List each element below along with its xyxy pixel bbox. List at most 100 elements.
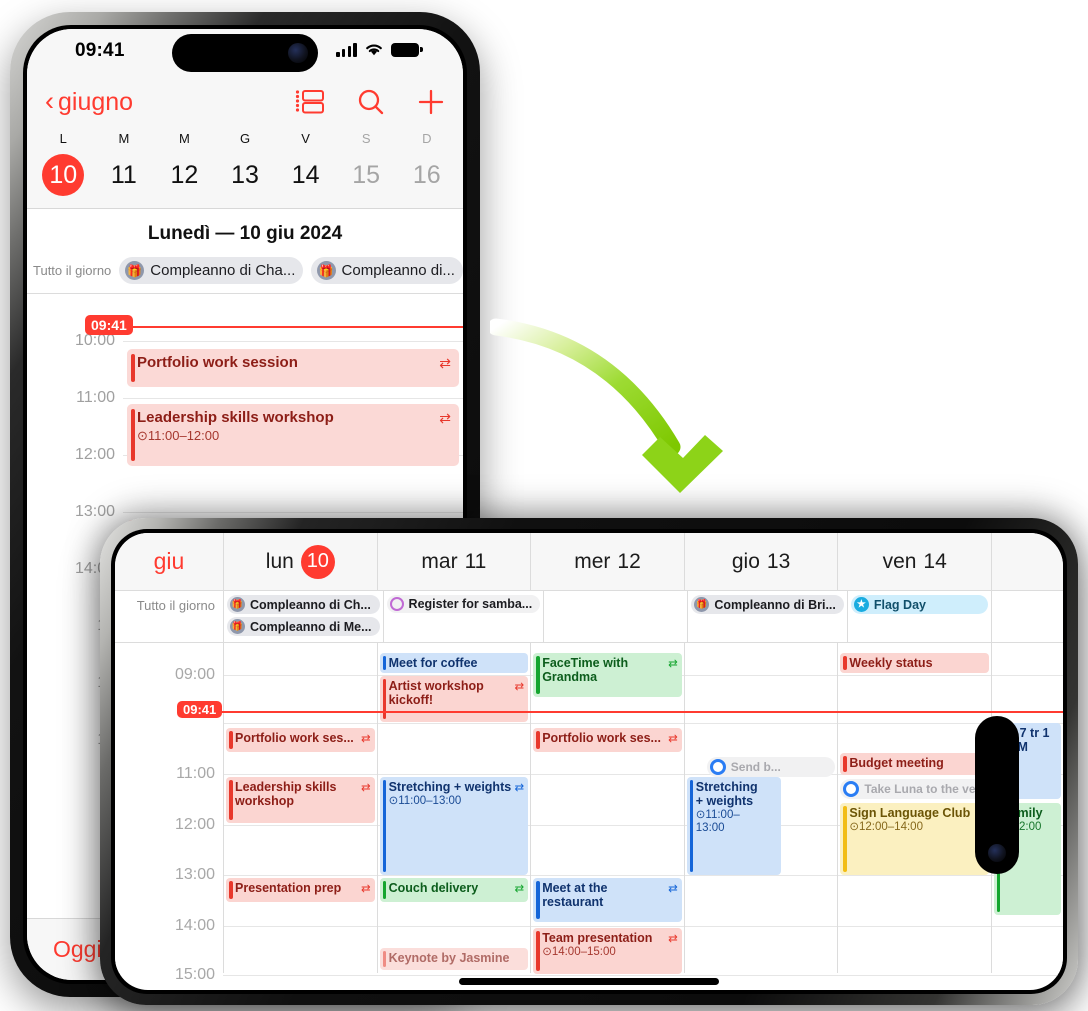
event-artist-workshop-kickoff[interactable]: Artist workshop kickoff! ⇄ xyxy=(379,676,529,722)
allday-event-chip[interactable]: 🎁 Compleanno di Bri... xyxy=(691,595,844,614)
ipad-bezel: giu lun 10 mar 11 mer 12 gio 13 ven 14 T… xyxy=(111,529,1067,994)
event-color-bar xyxy=(843,656,847,670)
repeat-icon: ⇄ xyxy=(668,658,678,670)
repeat-icon: ⇄ xyxy=(514,782,525,794)
date-cell-11[interactable]: 11 xyxy=(94,154,155,196)
date-label: 14 xyxy=(291,160,320,189)
month-label-gutter: giu xyxy=(115,533,223,590)
phone-weekday-letters: L M M G V S D xyxy=(27,129,463,154)
date-cell-16[interactable]: 16 xyxy=(396,154,457,196)
weekday-letter: V xyxy=(301,131,310,146)
day-col-ven[interactable]: Weekly status Budget meeting Take Luna t… xyxy=(837,643,991,973)
allday-event-chip[interactable]: 🎁 Compleanno di... xyxy=(310,257,463,284)
event-time: ⊙11:00–12:00 xyxy=(137,428,220,443)
event-title: Leadership skills workshop xyxy=(137,409,334,426)
day-col-gio[interactable]: Send b... Stretching + weights ⊙11:00–13… xyxy=(683,643,838,973)
date-cell-13[interactable]: 13 xyxy=(215,154,276,196)
event-facetime-grandma[interactable]: FaceTime with Grandma ⇄ xyxy=(533,653,682,697)
date-cell-12[interactable]: 12 xyxy=(154,154,215,196)
event-meet-restaurant[interactable]: Meet at the restaurant ⇄ xyxy=(533,878,682,922)
allday-col-ven: ★ Flag Day xyxy=(846,591,991,642)
chevron-left-icon: ‹ xyxy=(45,85,54,116)
day-header-gio[interactable]: gio 13 xyxy=(683,533,838,590)
event-title: Artist workshop kickoff! xyxy=(388,679,484,707)
event-portfolio-work-lun[interactable]: Portfolio work ses... ⇄ xyxy=(226,728,375,752)
day-name: mer xyxy=(574,549,611,573)
day-col-mar[interactable]: Meet for coffee Artist workshop kickoff!… xyxy=(376,643,531,973)
allday-col-lun: 🎁 Compleanno di Ch... 🎁 Compleanno di Me… xyxy=(223,591,383,642)
hour-label: 13:00 xyxy=(174,866,215,883)
event-color-bar xyxy=(229,731,233,749)
event-time: ⊙11:00–13:00 xyxy=(388,795,462,807)
dynamic-island xyxy=(172,34,318,72)
allday-event-chip[interactable]: 🎁 Compleanno di Ch... xyxy=(227,595,380,614)
back-button[interactable]: ‹ giugno xyxy=(45,85,133,117)
front-camera-icon xyxy=(988,844,1006,862)
day-header-lun[interactable]: lun 10 xyxy=(223,533,377,590)
date-cell-14[interactable]: 14 xyxy=(275,154,336,196)
current-time-indicator: 09:41 xyxy=(177,701,1063,718)
gift-icon: 🎁 xyxy=(230,619,245,634)
phone-allday-row: Tutto il giorno 🎁 Compleanno di Cha... 🎁… xyxy=(27,257,463,294)
allday-event-chip[interactable]: 🎁 Compleanno di Cha... xyxy=(119,257,303,284)
add-icon[interactable] xyxy=(417,88,445,116)
hour-label: 15:00 xyxy=(174,966,215,983)
phone-event[interactable]: Portfolio work session ⇄ xyxy=(127,349,459,387)
reminder-send-b[interactable]: Send b... xyxy=(706,757,836,777)
event-portfolio-work-mer[interactable]: Portfolio work ses... ⇄ xyxy=(533,728,682,752)
day-header-sab-partial[interactable] xyxy=(990,533,1063,590)
day-header-mer[interactable]: mer 12 xyxy=(530,533,684,590)
today-button[interactable]: Oggi xyxy=(53,936,102,963)
event-sign-language-club[interactable]: Sign Language Club ⊙12:00–14:00 ⇄ xyxy=(840,803,989,875)
allday-event-title: Register for samba... xyxy=(408,597,533,611)
day-header-ven[interactable]: ven 14 xyxy=(837,533,991,590)
event-weekly-status[interactable]: Weekly status xyxy=(840,653,989,673)
current-time-label: 09:41 xyxy=(85,315,133,335)
event-meet-for-coffee[interactable]: Meet for coffee xyxy=(379,653,529,673)
phone-event[interactable]: Leadership skills workshop ⊙11:00–12:00 … xyxy=(127,404,459,466)
ipad-calendar-grid[interactable]: 09:00 11:00 12:00 13:00 14:00 15:00 Port… xyxy=(115,643,1063,983)
day-col-lun[interactable]: Portfolio work ses... ⇄ Leadership skill… xyxy=(223,643,377,973)
phone-nav-bar: ‹ giugno xyxy=(27,75,463,129)
repeat-icon: ⇄ xyxy=(668,933,678,945)
allday-holiday-chip[interactable]: ★ Flag Day xyxy=(850,595,988,614)
allday-event-title: Compleanno di Ch... xyxy=(250,597,371,612)
ipad-week-header: giu lun 10 mar 11 mer 12 gio 13 ven 14 xyxy=(115,533,1063,591)
event-time: ⊙11:00–13:00 xyxy=(695,809,740,835)
date-cell-15[interactable]: 15 xyxy=(336,154,397,196)
event-title: Stretching + weights xyxy=(388,780,512,794)
phone-day-title: Lunedì — 10 giu 2024 xyxy=(27,209,463,257)
event-couch-delivery[interactable]: Couch delivery ⇄ xyxy=(379,878,529,902)
phone-nav-actions xyxy=(295,88,445,116)
allday-reminder-chip[interactable]: Register for samba... xyxy=(386,595,541,613)
event-color-bar xyxy=(536,931,540,971)
day-name: gio xyxy=(731,549,760,573)
repeat-icon: ⇄ xyxy=(439,410,451,426)
event-keynote-jasmine[interactable]: Keynote by Jasmine xyxy=(379,948,529,970)
event-title: Presentation prep xyxy=(235,881,342,895)
event-stretching-weights-mar[interactable]: Stretching + weights ⊙11:00–13:00 ⇄ xyxy=(379,777,529,875)
allday-event-title: Compleanno di... xyxy=(341,262,455,279)
home-indicator[interactable] xyxy=(459,978,719,985)
date-cell-10[interactable]: 10 xyxy=(33,154,94,196)
hour-label: 09:00 xyxy=(174,666,215,683)
event-leadership-workshop[interactable]: Leadership skills workshop ⇄ xyxy=(226,777,375,823)
weekday-letter: M xyxy=(118,131,130,146)
event-title: Portfolio work ses... xyxy=(542,731,661,745)
event-budget-meeting[interactable]: Budget meeting xyxy=(840,753,989,775)
event-color-bar xyxy=(382,881,387,899)
allday-event-chip[interactable]: 🎁 Compleanno di Me... xyxy=(227,617,380,636)
day-header-mar[interactable]: mar 11 xyxy=(376,533,531,590)
event-presentation-prep[interactable]: Presentation prep ⇄ xyxy=(226,878,375,902)
allday-col-mar: Register for samba... xyxy=(382,591,544,642)
event-team-presentation[interactable]: Team presentation ⊙14:00–15:00 ⇄ xyxy=(533,928,682,974)
list-view-icon[interactable] xyxy=(295,89,325,115)
day-name: lun xyxy=(265,549,294,573)
reminder-take-luna-vet[interactable]: Take Luna to the vet xyxy=(840,779,989,799)
event-stretching-weights-gio[interactable]: Stretching + weights ⊙11:00–13:00 xyxy=(686,777,782,875)
day-name: mar xyxy=(421,549,458,573)
search-icon[interactable] xyxy=(357,88,385,116)
day-col-mer[interactable]: FaceTime with Grandma ⇄ Portfolio work s… xyxy=(530,643,684,974)
allday-label: Tutto il giorno xyxy=(33,263,112,278)
gift-icon: 🎁 xyxy=(694,597,710,612)
